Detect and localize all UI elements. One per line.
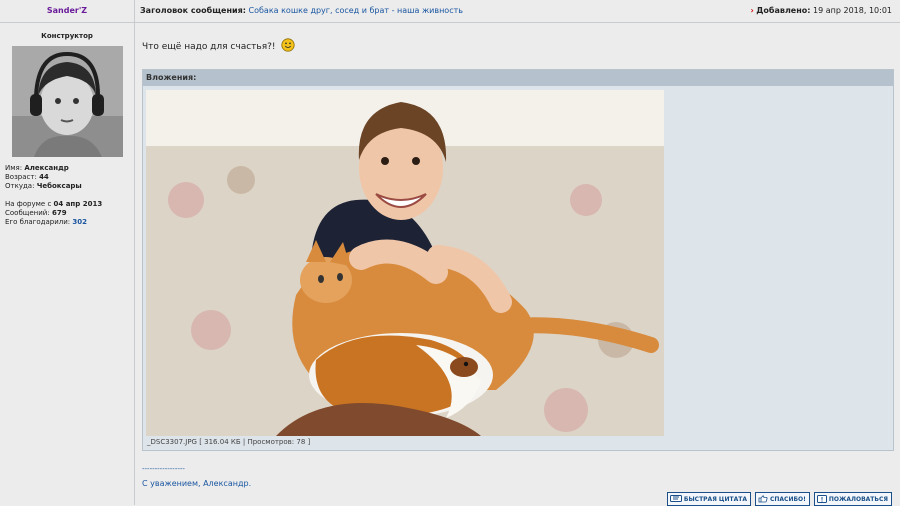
author-name[interactable]: Sander'Z <box>0 0 135 22</box>
profile-posts: Сообщений: 679 <box>5 209 67 217</box>
attached-photo[interactable] <box>146 90 664 436</box>
report-label: ПОЖАЛОВАТЬСЯ <box>828 495 888 503</box>
profile-location: Откуда: Чебоксары <box>5 182 82 190</box>
post-subject: Заголовок сообщения: Собака кошке друг, … <box>140 0 463 22</box>
added-date: 19 апр 2018, 10:01 <box>813 6 892 15</box>
profile-since: На форуме с 04 апр 2013 <box>5 200 103 208</box>
profile-name: Имя: Александр <box>5 164 69 172</box>
subject-link[interactable]: Собака кошке друг, сосед и брат - наша ж… <box>249 6 463 15</box>
warning-icon <box>816 495 827 503</box>
smiley-icon <box>281 38 295 55</box>
thanks-count-link[interactable]: 302 <box>72 218 87 226</box>
attachments-panel: Вложения: _DSC3307.JPG [316.04 КБ | Про… <box>142 69 894 451</box>
post-link-icon[interactable]: › <box>750 6 753 15</box>
forum-post: Sander'Z Заголовок сообщения: Собака кош… <box>0 0 900 506</box>
message-text: Что ещё надо для счастья?! <box>142 42 276 52</box>
avatar[interactable] <box>12 46 123 157</box>
user-rank: Конструктор <box>41 32 93 40</box>
quick-quote-label: БЫСТРАЯ ЦИТАТА <box>683 495 747 503</box>
profile-age: Возраст: 44 <box>5 173 49 181</box>
post-date: › Добавлено: 19 апр 2018, 10:01 <box>750 0 892 22</box>
thumbs-up-icon <box>758 495 768 503</box>
attachments-title: Вложения: <box>143 70 893 86</box>
post-actions: БЫСТРАЯ ЦИТАТА СПАСИБО! ПОЖАЛОВАТЬСЯ <box>666 492 892 506</box>
quick-quote-button[interactable]: БЫСТРАЯ ЦИТАТА <box>666 492 751 506</box>
post-message: Что ещё надо для счастья?! <box>142 38 295 55</box>
report-button[interactable]: ПОЖАЛОВАТЬСЯ <box>813 492 892 506</box>
attachment-caption: _DSC3307.JPG [ 316.04 КБ | Просмотров: 7… <box>147 438 311 446</box>
thanks-label: СПАСИБО! <box>769 495 806 503</box>
thanks-button[interactable]: СПАСИБО! <box>754 492 810 506</box>
added-label: Добавлено: <box>756 6 811 15</box>
post-header: Sander'Z Заголовок сообщения: Собака кош… <box>0 0 900 23</box>
signature-text: С уважением, Александр. <box>142 479 252 488</box>
profile-info: Имя: Александр Возраст: 44 Откуда: Чебок… <box>5 164 102 227</box>
quote-icon <box>669 495 682 502</box>
subject-label: Заголовок сообщения: <box>140 6 246 15</box>
signature-separator: ----------------- <box>142 465 185 473</box>
profile-thanks: Его благодарили: 302 <box>5 218 88 226</box>
